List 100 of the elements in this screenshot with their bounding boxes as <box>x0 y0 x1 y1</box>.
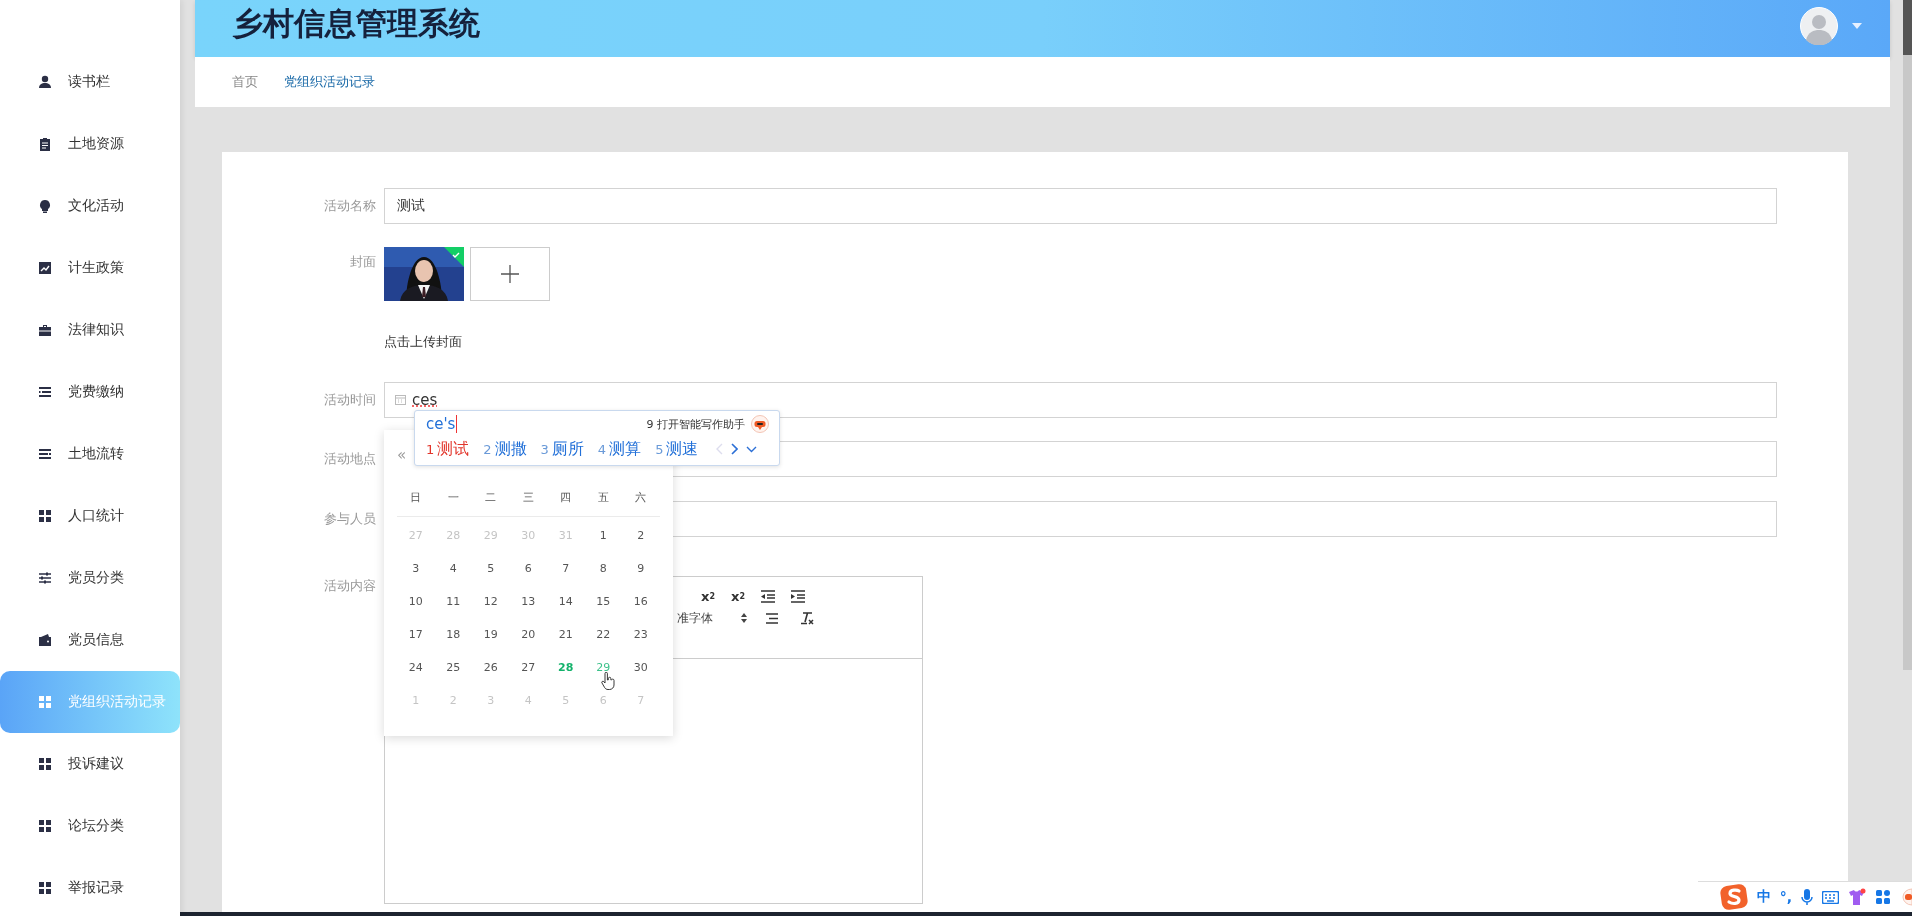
assistant-link[interactable]: 9 打开智能写作助手 <box>646 416 745 432</box>
calendar-day[interactable]: 23 <box>622 618 660 651</box>
calendar-day[interactable]: 22 <box>584 618 622 651</box>
calendar-day[interactable]: 2 <box>622 519 660 552</box>
candidate-word[interactable]: 2 测撒 <box>483 438 527 460</box>
calendar-day[interactable]: 13 <box>509 585 547 618</box>
bulb-icon <box>38 199 52 213</box>
weekday-label: 日 <box>409 490 423 506</box>
calendar-day[interactable]: 24 <box>397 651 435 684</box>
calendar-day[interactable]: 20 <box>509 618 547 651</box>
sidebar-item[interactable]: 读书栏 <box>0 51 180 113</box>
calendar-day[interactable]: 11 <box>434 585 472 618</box>
calendar-day[interactable]: 14 <box>547 585 585 618</box>
chart-icon <box>38 261 52 275</box>
calendar-day[interactable]: 17 <box>397 618 435 651</box>
field-label: 参与人员 <box>323 510 377 528</box>
calendar-day[interactable]: 5 <box>472 552 510 585</box>
apps-grid-icon[interactable] <box>1875 889 1891 905</box>
calendar-day[interactable]: 25 <box>434 651 472 684</box>
check-badge-icon <box>444 247 464 267</box>
field-label: 活动内容 <box>323 577 377 595</box>
sidebar-item[interactable]: 文化活动 <box>0 175 180 237</box>
scrollbar[interactable] <box>1903 0 1912 670</box>
clear-format-icon <box>800 611 814 625</box>
outdent-icon <box>761 589 775 603</box>
indent-icon <box>791 589 805 603</box>
candidate-word[interactable]: 3 厕所 <box>540 438 584 460</box>
sidebar-item[interactable]: 举报记录 <box>0 857 180 916</box>
keyboard-icon[interactable] <box>1822 890 1839 904</box>
input-field[interactable]: 测试 <box>384 188 1777 224</box>
weekday-label: 五 <box>596 490 610 506</box>
sidebar-item[interactable]: 土地流转 <box>0 423 180 485</box>
plus-icon <box>501 265 519 283</box>
weekday-label: 四 <box>559 490 573 506</box>
align-icon <box>766 611 780 625</box>
calendar-day[interactable]: 3 <box>397 552 435 585</box>
calendar-day[interactable]: 26 <box>472 651 510 684</box>
wallet-icon <box>38 633 52 647</box>
sidebar-item[interactable]: 法律知识 <box>0 299 180 361</box>
toolbar-button[interactable]: x$^{2}$ <box>730 588 746 604</box>
candidate-word[interactable]: 5 测速 <box>655 438 699 460</box>
user-icon <box>38 75 52 89</box>
sidebar-item[interactable]: 投诉建议 <box>0 733 180 795</box>
calendar-day[interactable]: 19 <box>472 618 510 651</box>
input-mode-toggle[interactable]: 中 <box>1756 888 1771 906</box>
sidebar-item[interactable]: 论坛分类 <box>0 795 180 857</box>
candidate-word[interactable]: 4 测算 <box>597 438 642 460</box>
calendar-day[interactable]: 16 <box>622 585 660 618</box>
sidebar-item[interactable]: 党员信息 <box>0 609 180 671</box>
candidate-word[interactable]: 1 测试 <box>426 438 470 460</box>
font-select[interactable]: 准字体 <box>677 609 747 627</box>
breadcrumb-link[interactable]: 党组织活动记录 <box>284 73 375 91</box>
calendar-day[interactable]: 12 <box>472 585 510 618</box>
sidebar-item[interactable]: 党员分类 <box>0 547 180 609</box>
robot-icon[interactable] <box>751 415 769 433</box>
field-label: 活动地点 <box>323 450 377 468</box>
clipboard-icon <box>38 137 52 151</box>
calendar-day[interactable]: 21 <box>547 618 585 651</box>
field-label: 封面 <box>349 253 377 271</box>
hand-cursor-icon <box>600 672 615 690</box>
date-field[interactable]: ces <box>384 382 1777 418</box>
toolbar-button[interactable] <box>790 589 806 603</box>
composition-text: ce's <box>426 415 458 433</box>
sidebar-item[interactable]: 土地资源 <box>0 113 180 175</box>
sidebar-item[interactable]: 党费缴纳 <box>0 361 180 423</box>
sidebar-item[interactable]: 计生政策 <box>0 237 180 299</box>
chevron-right-icon[interactable] <box>731 443 739 455</box>
calendar-day[interactable]: 8 <box>584 552 622 585</box>
calendar-day[interactable]: 9 <box>622 552 660 585</box>
sliders-icon <box>38 571 52 585</box>
weekday-label: 二 <box>484 490 498 506</box>
calendar-day[interactable]: 1 <box>584 519 622 552</box>
app-title: 乡村信息管理系统 <box>232 3 480 43</box>
toolbar-button[interactable] <box>765 611 781 625</box>
chevron-down-icon[interactable] <box>746 445 758 453</box>
weekday-label: 三 <box>521 490 535 506</box>
calendar-day[interactable]: 7 <box>547 552 585 585</box>
briefcase-icon <box>38 323 52 337</box>
calendar-day[interactable]: 15 <box>584 585 622 618</box>
calendar-day[interactable]: 6 <box>509 552 547 585</box>
sidebar-item[interactable]: 人口统计 <box>0 485 180 547</box>
punctuation-toggle[interactable]: °, <box>1779 889 1792 905</box>
calendar-icon <box>395 395 406 405</box>
breadcrumb-link[interactable]: 首页 <box>232 73 258 91</box>
calendar-day[interactable]: 18 <box>434 618 472 651</box>
grid-icon <box>38 757 52 771</box>
field-label: 活动名称 <box>323 197 377 215</box>
calendar-day[interactable]: 27 <box>509 651 547 684</box>
ime-logo-icon[interactable] <box>1719 884 1748 910</box>
shirt-icon[interactable] <box>1848 888 1866 906</box>
toolbar-button[interactable] <box>760 589 776 603</box>
calendar-day[interactable]: 4 <box>434 552 472 585</box>
avatar-icon[interactable] <box>1800 6 1838 45</box>
calendar-day[interactable]: 30 <box>622 651 660 684</box>
list-icon <box>38 447 52 461</box>
microphone-icon[interactable] <box>1801 888 1813 906</box>
grid-icon <box>38 509 52 523</box>
calendar-day[interactable]: 10 <box>397 585 435 618</box>
toolbar-button[interactable] <box>799 611 815 625</box>
upload-hint: 点击上传封面 <box>384 333 463 351</box>
